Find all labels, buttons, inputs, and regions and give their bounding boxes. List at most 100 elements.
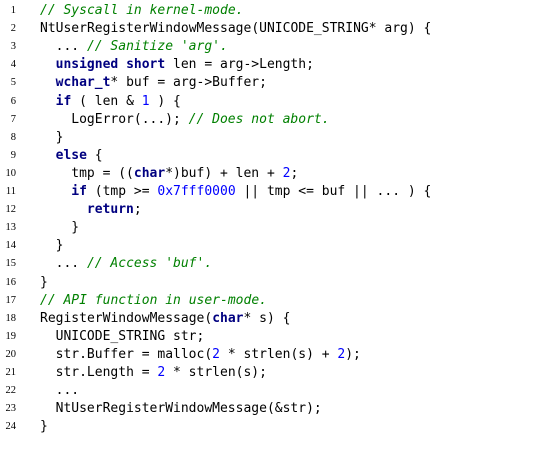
code-comment: // Syscall in kernel-mode.: [40, 3, 244, 18]
line-number: 10: [5, 167, 17, 179]
code-line: 3... // Sanitize 'arg'.: [0, 38, 545, 56]
line-number: 12: [5, 204, 17, 216]
line-number: 4: [10, 59, 16, 71]
code-line: 13}: [0, 219, 545, 237]
code-text: *)buf) + len +: [165, 165, 283, 181]
code-text: RegisterWindowMessage(: [40, 310, 213, 326]
code-text: (tmp >=: [86, 184, 158, 199]
line-number: 2: [10, 23, 16, 35]
line-number: 11: [5, 186, 16, 197]
code-keyword: if: [71, 184, 87, 199]
code-text: }: [55, 129, 64, 145]
code-line: 7 LogError(...); // Does not abort.: [0, 111, 545, 129]
code-line: 15 ... // Access 'buf'.: [0, 255, 545, 273]
code-text: str.Buffer = malloc(: [55, 346, 213, 362]
code-line: 2 NtUserRegisterWindowMessage(UNICODE_STR…: [0, 20, 545, 38]
code-text-line: }: [40, 274, 48, 292]
line-number: 1: [10, 5, 16, 16]
code-number: 0x7fff0000: [157, 184, 236, 199]
code-comment: // Access 'buf'.: [86, 256, 213, 272]
line-number: 16: [5, 276, 17, 288]
line-number: 14: [5, 240, 17, 252]
code-text: * buf = arg->Buffer;: [110, 75, 267, 91]
code-line: 18 RegisterWindowMessage(char* s) {: [0, 310, 545, 328]
line-number: 9: [10, 149, 16, 161]
code-text: * s) {: [243, 310, 291, 326]
line-number: 3: [10, 41, 16, 53]
code-line: 17 // API function in user-mode.: [0, 292, 545, 310]
code-text-line: ... // Access 'buf'.: [56, 255, 213, 273]
code-text-line: ...: [56, 382, 79, 400]
code-text-line: }: [56, 129, 64, 147]
code-text: ...: [55, 39, 87, 55]
code-keyword: return: [86, 202, 134, 218]
code-text: LogError(...);: [71, 111, 189, 127]
code-text: NtUserRegisterWindowMessage(UNICODE_STRI…: [40, 21, 432, 37]
code-text-line: return;: [87, 201, 142, 219]
code-text: len = arg->Length;: [165, 57, 314, 73]
code-text: }: [71, 220, 80, 236]
code-line: 16}: [0, 274, 545, 292]
code-line: 10 tmp = ((char*)buf) + len + 2;: [0, 165, 545, 183]
code-keyword: unsigned short: [55, 57, 166, 73]
line-number: 23: [5, 403, 17, 415]
line-number: 20: [5, 348, 17, 360]
code-line: 22...: [0, 382, 545, 400]
code-text-line: // Syscall in kernel-mode.: [40, 2, 244, 20]
code-text: str.Length =: [55, 365, 158, 380]
code-comment: // Does not abort.: [188, 111, 330, 127]
code-text: ;: [133, 202, 142, 218]
line-number: 15: [5, 258, 17, 270]
code-line: 24}: [0, 418, 545, 436]
code-text-line: unsigned short len = arg->Length;: [56, 56, 314, 74]
line-number: 5: [10, 77, 16, 89]
code-keyword: else: [55, 147, 87, 163]
line-number: 24: [5, 421, 17, 433]
code-line: 20 str.Buffer = malloc(2 * strlen(s) + 2)…: [0, 346, 545, 364]
code-text: ;: [290, 165, 299, 181]
code-line: 5 wchar_t* buf = arg->Buffer;: [0, 74, 545, 92]
line-number: 13: [5, 222, 17, 234]
line-number: 22: [5, 385, 17, 397]
line-number: 19: [5, 330, 17, 342]
code-text: * strlen(s) +: [220, 346, 338, 362]
code-text: }: [40, 419, 48, 435]
code-comment: // API function in user-mode.: [40, 292, 267, 308]
code-line: 23 NtUserRegisterWindowMessage(&str);: [0, 400, 545, 418]
code-line: 4 unsigned short len = arg->Length;: [0, 56, 545, 74]
code-text-line: str.Buffer = malloc(2 * strlen(s) + 2);: [56, 346, 361, 364]
code-text-line: }: [40, 418, 48, 436]
code-text-line: // API function in user-mode.: [40, 292, 267, 310]
line-number: 8: [10, 131, 16, 143]
code-comment: // Sanitize 'arg'.: [86, 39, 228, 55]
code-line: 12 return;: [0, 201, 545, 219]
code-text: * strlen(s);: [165, 365, 267, 380]
code-text-line: wchar_t* buf = arg->Buffer;: [56, 74, 267, 92]
code-text: UNICODE_STRING str;: [55, 328, 205, 344]
code-line: 9 else {: [0, 147, 545, 165]
code-text-line: NtUserRegisterWindowMessage(&str);: [56, 400, 322, 418]
line-number: 18: [5, 312, 17, 324]
code-text-line: else {: [56, 147, 103, 165]
code-text-line: if (tmp >= 0x7fff0000 || tmp <= buf || .…: [71, 183, 431, 201]
code-text: }: [40, 274, 48, 290]
code-text-line: NtUserRegisterWindowMessage(UNICODE_STRI…: [40, 20, 431, 38]
code-text-line: LogError(...); // Does not abort.: [71, 111, 329, 129]
code-line: 11 if (tmp >= 0x7fff0000 || tmp <= buf ||…: [0, 183, 545, 201]
code-line: 6 if ( len & 1 ) {: [0, 93, 545, 111]
line-number: 17: [5, 294, 17, 306]
code-keyword: char: [212, 310, 244, 326]
code-text-line: tmp = ((char*)buf) + len + 2;: [71, 165, 298, 183]
code-text: || tmp <= buf || ... ) {: [235, 184, 432, 199]
code-text-line: str.Length = 2 * strlen(s);: [56, 364, 267, 382]
code-text-line: if ( len & 1 ) {: [56, 93, 181, 111]
code-keyword: if: [55, 93, 72, 109]
code-text: {: [86, 147, 103, 163]
code-text-line: }: [71, 219, 79, 237]
code-text: tmp = ((: [71, 165, 134, 181]
code-keyword: wchar_t: [55, 75, 111, 91]
code-text: ...: [55, 383, 80, 399]
line-number: 7: [10, 113, 16, 125]
code-line: 19 UNICODE_STRING str;: [0, 328, 545, 346]
code-text-line: UNICODE_STRING str;: [56, 328, 205, 346]
